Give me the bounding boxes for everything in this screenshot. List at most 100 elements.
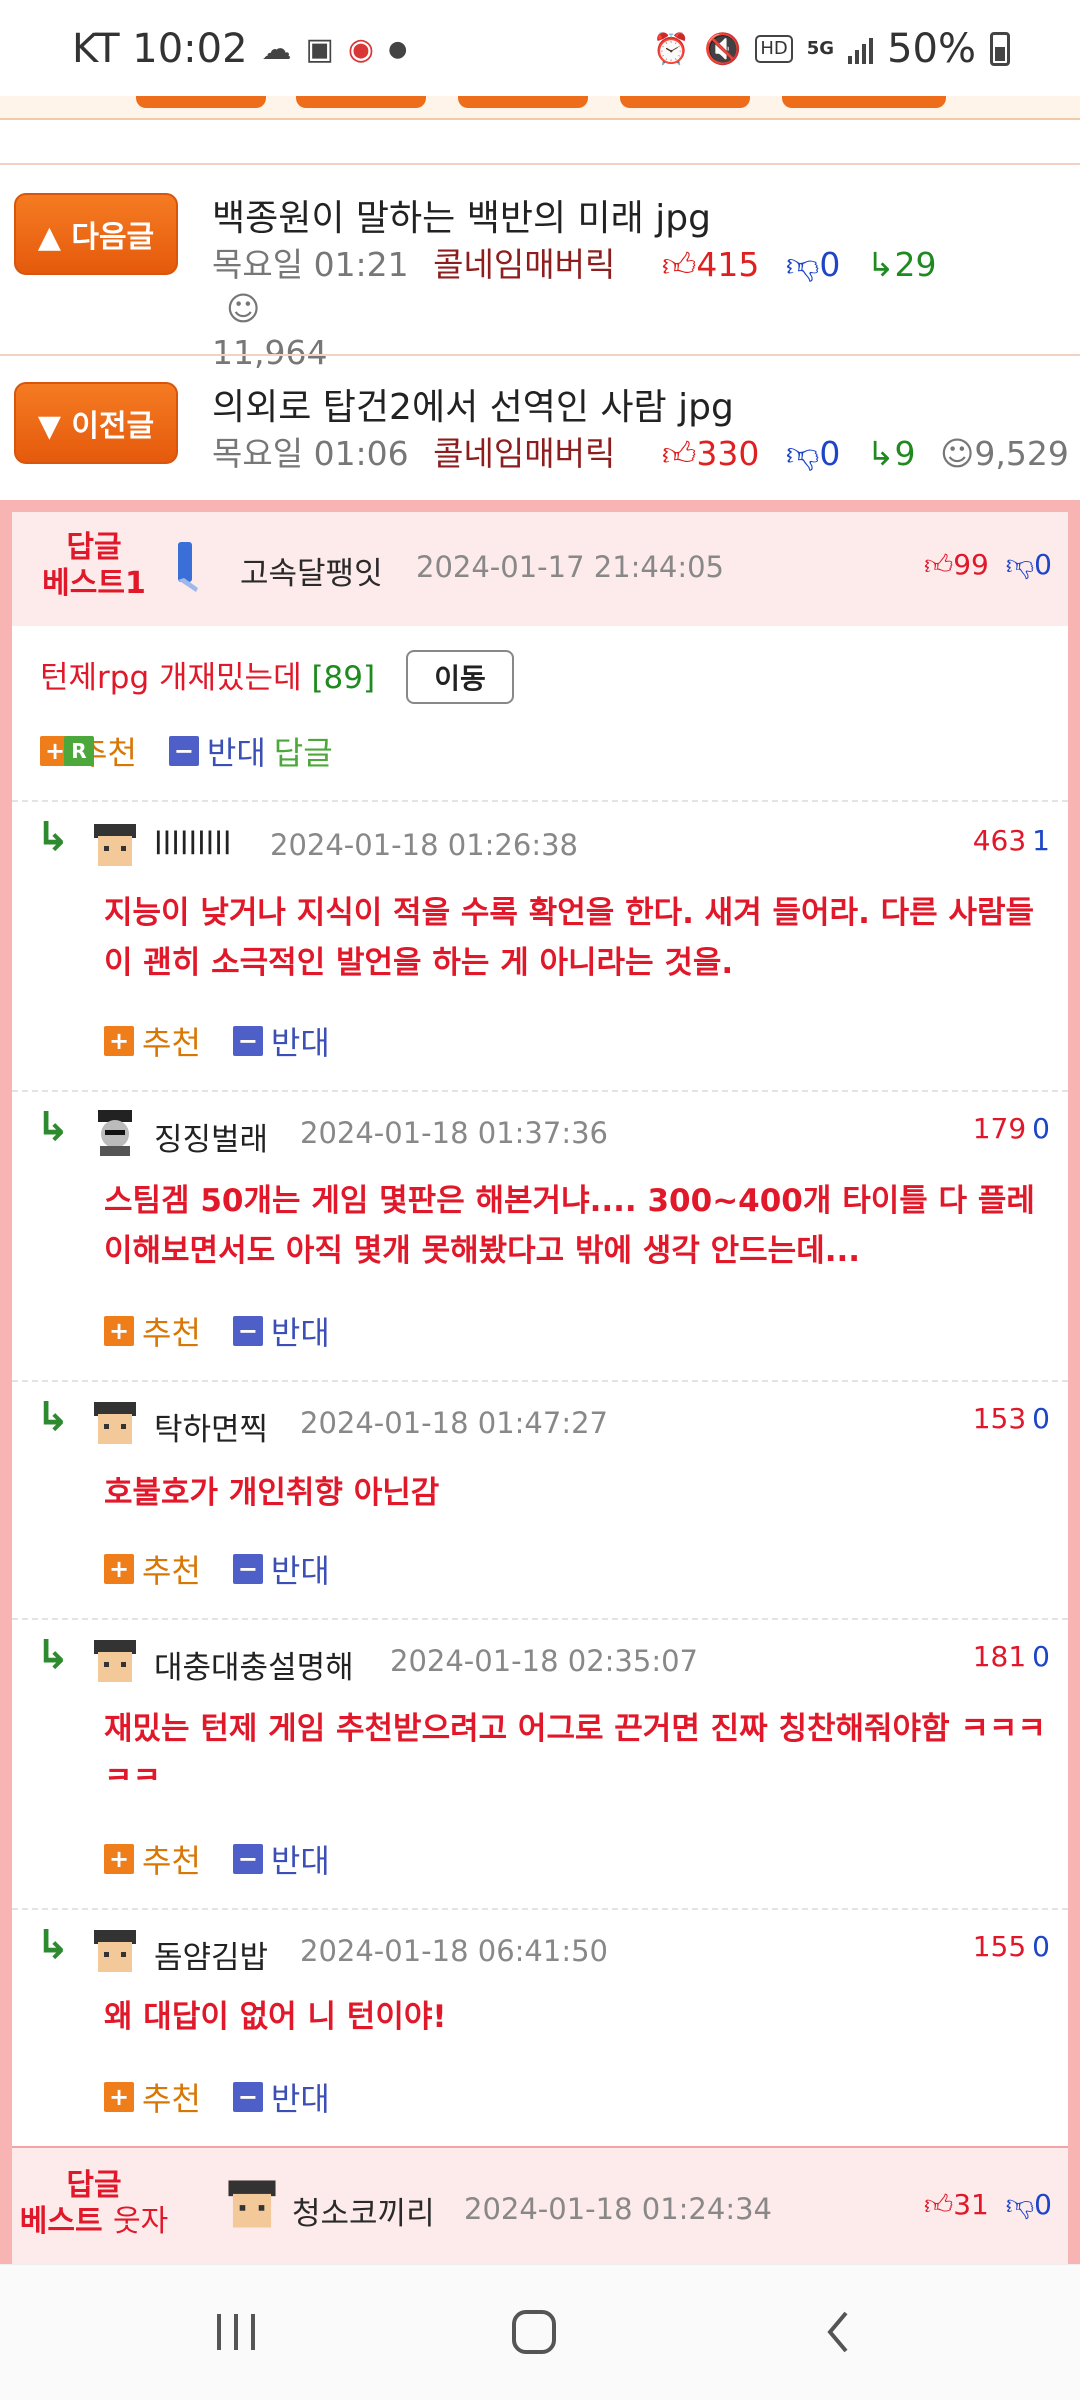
prev-post-button[interactable]: ▼ 이전글 <box>14 382 178 464</box>
oppose-button[interactable]: 반대 <box>271 1308 330 1354</box>
reply-comment: ↳ 대충대충설명해 2024-01-18 02:35:07 181 0 재밌는 턴… <box>12 1620 1068 1908</box>
comment-votes: 155 0 <box>972 1930 1050 1963</box>
comment-text: 왜 대답이 없어 니 턴이야! <box>104 1999 447 2035</box>
hd-badge: HD <box>755 35 793 63</box>
avatar <box>90 1636 140 1686</box>
next-post-button[interactable]: ▲ 다음글 <box>14 193 178 275</box>
prev-post-title[interactable]: 의외로 탑건2에서 선역인 사람 jpg <box>212 378 734 430</box>
best-comment-actions: + 추천 − 반대 R 답글 <box>40 728 333 774</box>
recent-apps-button[interactable] <box>196 2297 276 2367</box>
comment-date: 2024-01-18 01:26:38 <box>270 828 578 862</box>
reply-arrow-icon: ↳ <box>36 1394 70 1440</box>
recommend-button[interactable]: 추천 <box>142 1308 201 1354</box>
recommend-button[interactable]: 추천 <box>142 1836 201 1882</box>
views-icon: ☺ <box>226 289 261 328</box>
reply-comment: ↳ 징징벌래 2024-01-18 01:37:36 179 0 스팀겜 50개는… <box>12 1092 1068 1380</box>
oppose-button[interactable]: 반대 <box>271 2074 330 2120</box>
reply-arrow-icon: ↳ <box>36 1632 70 1678</box>
minus-icon[interactable]: − <box>232 1844 263 1874</box>
recommend-button[interactable]: 추천 <box>142 2074 201 2120</box>
reply-button[interactable]: 답글 <box>274 728 333 774</box>
comment-actions: + 추천 − 반대 <box>104 1836 330 1882</box>
carrier-time: KT 10:02 <box>72 26 248 72</box>
comment-actions: + 추천 − 반대 <box>104 1308 330 1354</box>
upvote-count: 415 <box>696 245 760 284</box>
comment-votes: 181 0 <box>972 1640 1050 1673</box>
comment-votes: 153 0 <box>972 1402 1050 1435</box>
comment-actions: + 추천 − 반대 <box>104 1018 330 1064</box>
phone-avatar-icon <box>178 542 198 592</box>
home-button[interactable] <box>494 2297 574 2367</box>
minus-icon[interactable]: − <box>232 1316 263 1346</box>
network-5g: 5G <box>806 38 835 59</box>
comment-author[interactable]: 돔얌김밥 <box>154 1932 268 1977</box>
tab-strip <box>0 96 1080 120</box>
reply-arrow-icon: ↳ <box>36 814 70 860</box>
oppose-button[interactable]: 반대 <box>271 1836 330 1882</box>
avatar <box>90 1926 140 1976</box>
plus-icon[interactable]: + <box>104 1554 134 1584</box>
recommend-button[interactable]: 추천 <box>142 1546 201 1592</box>
view-count: 9,529 <box>974 434 1069 473</box>
oppose-button[interactable]: 반대 <box>207 728 266 774</box>
comment-text: 호불호가 개인취향 아닌감 <box>104 1475 440 1511</box>
downvote-count: 0 <box>819 245 841 284</box>
back-icon <box>827 2311 848 2353</box>
plus-icon[interactable]: + <box>104 1316 134 1346</box>
recommend-button[interactable]: 추천 <box>142 1018 201 1064</box>
comment-date: 2024-01-17 21:44:05 <box>416 550 724 584</box>
reply-icon[interactable]: R <box>64 736 94 766</box>
prev-post-meta: 목요일 01:06 콜네임매버릭 👍︎330 👎︎0 ↳9 ☺9,529 <box>212 432 1072 476</box>
comment-author[interactable]: 고속달팽잇 <box>240 548 383 593</box>
comment-author[interactable]: 탁하면찍 <box>154 1404 268 1449</box>
prev-post-row[interactable]: ▼ 이전글 의외로 탑건2에서 선역인 사람 jpg 목요일 01:06 콜네임… <box>0 354 1080 500</box>
reply-comment: ↳ lllllllll 2024-01-18 01:26:38 463 1 지능이… <box>12 802 1068 1090</box>
move-button[interactable]: 이동 <box>406 650 514 704</box>
comment-actions: + 추천 − 반대 <box>104 1546 330 1592</box>
post-date: 목요일 01:21 <box>212 245 409 284</box>
reply-arrow-icon: ↳ <box>36 1104 70 1150</box>
plus-icon[interactable]: + <box>104 1026 134 1056</box>
best-label: 답글 베스트 웃자 <box>19 2168 169 2239</box>
comment-date: 2024-01-18 01:37:36 <box>300 1116 608 1150</box>
minus-icon[interactable]: − <box>232 1026 263 1056</box>
tab-stub[interactable] <box>620 96 750 108</box>
reply-arrow-icon: ↳ <box>866 245 895 284</box>
oppose-button[interactable]: 반대 <box>271 1018 330 1064</box>
next-post-title[interactable]: 백종원이 말하는 백반의 미래 jpg <box>212 189 711 241</box>
best-comments-box: 답글 베스트1 고속달팽잇 2024-01-17 21:44:05 👍︎99 👎… <box>0 500 1080 2264</box>
thumbs-down-icon: 👎︎ <box>785 434 820 473</box>
upvote-count: 330 <box>696 434 760 473</box>
cloud-icon: ☁ <box>261 31 292 67</box>
post-author[interactable]: 콜네임매버릭 <box>433 434 615 473</box>
best-comment-header: 답글 베스트1 고속달팽잇 2024-01-17 21:44:05 👍︎99 👎… <box>12 512 1068 626</box>
comment-author[interactable]: lllllllll <box>154 826 232 862</box>
back-button[interactable] <box>798 2297 878 2367</box>
plus-icon[interactable]: + <box>104 2082 134 2112</box>
thumbs-up-icon: 👍︎ <box>661 434 697 473</box>
tab-stub[interactable] <box>296 96 426 108</box>
home-icon <box>512 2310 556 2354</box>
comment-text: 스팀겜 50개는 게임 몇판은 해본거냐.... 300~400개 타이틀 다 … <box>104 1183 1035 1269</box>
thumbs-down-icon: 👎︎ <box>785 245 820 284</box>
minus-icon[interactable]: − <box>232 1554 263 1584</box>
comment-author[interactable]: 청소코끼리 <box>292 2188 435 2233</box>
tab-stub[interactable] <box>458 96 588 108</box>
next-post-row[interactable]: ▲ 다음글 백종원이 말하는 백반의 미래 jpg 목요일 01:21 콜네임매… <box>0 163 1080 372</box>
minus-icon[interactable]: − <box>168 736 199 766</box>
dot-icon: ● <box>388 36 408 62</box>
reply-count: 29 <box>894 245 937 284</box>
avatar <box>90 820 140 870</box>
avatar <box>90 1108 140 1158</box>
minus-icon[interactable]: − <box>232 2082 263 2112</box>
plus-icon[interactable]: + <box>104 1844 134 1874</box>
battery-icon <box>990 32 1010 66</box>
comment-text: 지능이 낮거나 지식이 적을 수록 확언을 한다. 새겨 들어라. 다른 사람들… <box>104 895 1035 981</box>
oppose-button[interactable]: 반대 <box>271 1546 330 1592</box>
location-app-icon: ◉ <box>347 31 375 67</box>
tab-stub[interactable] <box>782 96 946 108</box>
comment-author[interactable]: 대충대충설명해 <box>154 1642 354 1687</box>
post-author[interactable]: 콜네임매버릭 <box>433 245 615 284</box>
tab-stub[interactable] <box>136 96 266 108</box>
comment-author[interactable]: 징징벌래 <box>154 1114 268 1159</box>
